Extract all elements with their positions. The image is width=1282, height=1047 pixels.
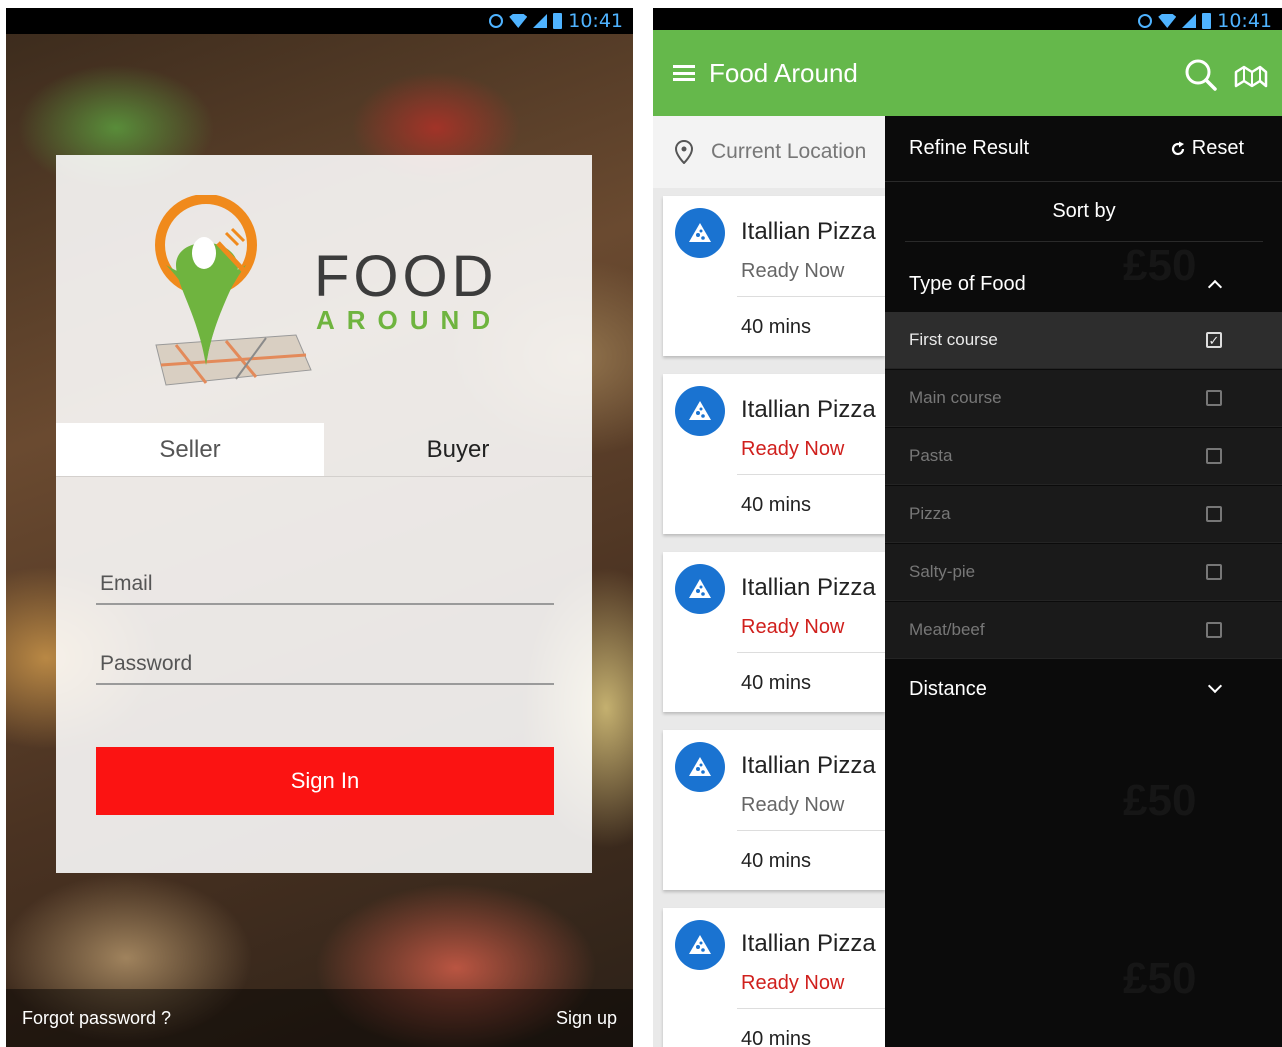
food-time: 40 mins [741, 850, 812, 872]
sign-in-button[interactable]: Sign In [96, 747, 554, 815]
status-bar: 10:41 [6, 8, 633, 34]
email-field-wrapper [96, 565, 554, 605]
type-of-food-label: Type of Food [909, 272, 1026, 295]
option-label: Meat/beef [909, 620, 985, 639]
reset-label: Reset [1191, 137, 1244, 159]
option-label: First course [909, 330, 998, 349]
list-item[interactable]: Itallian Pizza Ready Now 40 mins [663, 908, 885, 1047]
login-screen: 10:41 FOOD AROUND Seller Buyer Email Sig… [6, 8, 633, 1047]
pizza-icon [675, 386, 725, 436]
food-time: 40 mins [741, 316, 812, 338]
option-label: Salty-pie [909, 562, 976, 581]
logo-subtitle: AROUND [316, 305, 503, 335]
map-icon[interactable] [1232, 60, 1268, 92]
login-card: FOOD AROUND Seller Buyer Sign In [56, 155, 592, 873]
pizza-icon [675, 564, 725, 614]
reset-button[interactable]: Reset [1170, 137, 1244, 160]
list-item[interactable]: Itallian Pizza Ready Now 40 mins [663, 552, 885, 712]
filter-header: Refine Result Reset [885, 116, 1282, 182]
logo-title: FOOD [314, 244, 498, 309]
divider [737, 652, 885, 653]
food-name: Itallian Pizza [741, 396, 876, 423]
background-price: £50 [1123, 954, 1197, 1003]
checkbox-icon[interactable] [1206, 622, 1222, 638]
app-title: Food Around [709, 57, 858, 88]
battery-icon [553, 13, 563, 29]
results-screen: 10:41 Food Around Current Location Itall… [653, 8, 1282, 1047]
food-name: Itallian Pizza [741, 574, 876, 601]
alarm-icon [489, 14, 504, 28]
type-of-food-header[interactable]: Type of Food [885, 256, 1282, 312]
food-name: Itallian Pizza [741, 930, 876, 957]
divider [737, 830, 885, 831]
password-field[interactable] [96, 645, 554, 683]
location-text: Current Location [711, 140, 867, 163]
battery-icon [1202, 13, 1212, 29]
pizza-icon [675, 208, 725, 258]
refresh-icon [1171, 141, 1184, 155]
menu-icon[interactable] [673, 65, 695, 81]
list-item[interactable]: Itallian Pizza Ready Now 40 mins [663, 730, 885, 890]
filter-title: Refine Result [909, 137, 1030, 159]
divider [737, 1008, 885, 1009]
divider [737, 474, 885, 475]
list-item[interactable]: Itallian Pizza Ready Now 40 mins [663, 374, 885, 534]
sign-up-link[interactable]: Sign up [556, 1008, 617, 1029]
signal-icon [1182, 14, 1197, 28]
signal-icon [533, 14, 548, 28]
filter-option-meat-beef[interactable]: Meat/beef [885, 602, 1282, 659]
checkbox-icon[interactable] [1206, 448, 1222, 464]
filter-option-main-course[interactable]: Main course [885, 370, 1282, 427]
sort-by-button[interactable]: Sort by [905, 182, 1263, 242]
wifi-icon [1158, 14, 1177, 28]
pizza-icon [675, 920, 725, 970]
distance-label: Distance [909, 677, 987, 700]
app-bar: Food Around [653, 30, 1282, 116]
current-location-bar[interactable]: Current Location [653, 116, 885, 188]
wifi-icon [509, 14, 528, 28]
status-time: 10:41 [1217, 10, 1272, 32]
checkbox-icon[interactable] [1206, 506, 1222, 522]
food-status: Ready Now [741, 972, 845, 994]
food-around-logo-icon [155, 195, 312, 386]
option-label: Pizza [909, 504, 951, 523]
checkbox-checked-icon[interactable]: ✓ [1206, 332, 1222, 348]
filter-option-pizza[interactable]: Pizza [885, 486, 1282, 543]
list-item[interactable]: Itallian Pizza Ready Now 40 mins [663, 196, 885, 356]
option-label: Main course [909, 388, 1002, 407]
divider [737, 296, 885, 297]
food-name: Itallian Pizza [741, 752, 876, 779]
location-pin-icon [675, 140, 693, 164]
checkbox-icon[interactable] [1206, 564, 1222, 580]
alarm-icon [1138, 14, 1153, 28]
food-status: Ready Now [741, 260, 845, 282]
food-status: Ready Now [741, 438, 845, 460]
background-price: £50 [1123, 776, 1197, 825]
filter-option-pasta[interactable]: Pasta [885, 428, 1282, 485]
checkbox-icon[interactable] [1206, 390, 1222, 406]
email-field[interactable] [96, 565, 554, 603]
food-name: Itallian Pizza [741, 218, 876, 245]
chevron-down-icon [1207, 678, 1223, 694]
pizza-icon [675, 742, 725, 792]
tab-buyer[interactable]: Buyer [324, 423, 592, 476]
food-status: Ready Now [741, 794, 845, 816]
password-field-wrapper [96, 645, 554, 685]
distance-header[interactable]: Distance [885, 659, 1282, 719]
chevron-up-icon [1207, 279, 1223, 295]
food-time: 40 mins [741, 1028, 812, 1047]
food-time: 40 mins [741, 672, 812, 694]
option-label: Pasta [909, 446, 953, 465]
food-status: Ready Now [741, 616, 845, 638]
filter-option-first-course[interactable]: First course ✓ [885, 312, 1282, 369]
forgot-password-link[interactable]: Forgot password ? [22, 1008, 171, 1029]
filter-option-salty-pie[interactable]: Salty-pie [885, 544, 1282, 601]
role-tabs: Seller Buyer [56, 423, 592, 477]
status-time: 10:41 [568, 10, 623, 32]
filter-drawer: £50 £50 £50 Refine Result Reset Sort by … [885, 116, 1282, 1047]
login-footer: Forgot password ? Sign up [6, 989, 633, 1047]
tab-seller[interactable]: Seller [56, 423, 324, 476]
food-time: 40 mins [741, 494, 812, 516]
search-icon[interactable] [1184, 58, 1218, 92]
